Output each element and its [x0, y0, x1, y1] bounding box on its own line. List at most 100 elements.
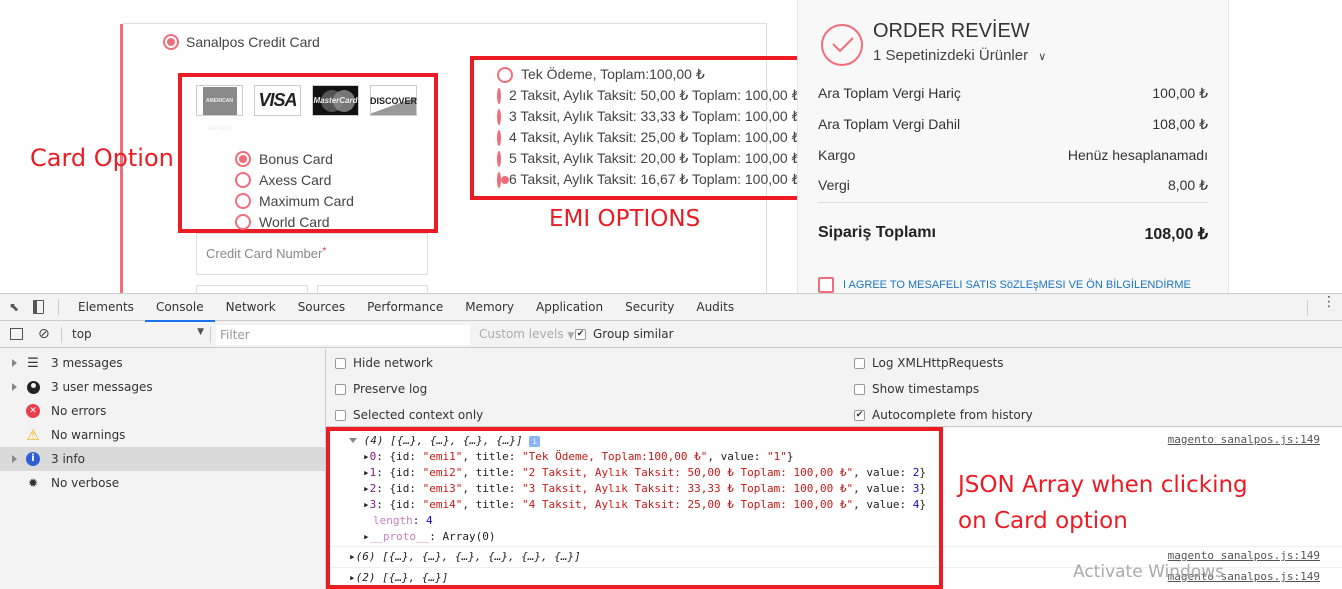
emi-radio[interactable]: [497, 66, 513, 83]
context-value: top: [72, 327, 92, 341]
context-selector[interactable]: top ▼: [72, 327, 204, 341]
emi-option[interactable]: 6 Taksit, Aylık Taksit: 16,67 ₺ Toplam: …: [497, 169, 800, 190]
card-option-radio[interactable]: [235, 171, 251, 188]
expand-arrow-icon[interactable]: [12, 359, 17, 367]
mastercard-logo-icon: MasterCard: [312, 85, 359, 116]
card-option-label: Bonus Card: [259, 150, 333, 167]
emi-option-list: Tek Ödeme, Toplam:100,00 ₺ 2 Taksit, Ayl…: [497, 64, 800, 190]
emi-options-annotation: EMI OPTIONS: [549, 206, 701, 232]
amex-logo-icon: AMERICAN EXPRESS: [196, 85, 243, 132]
bug-icon: ✹: [27, 476, 39, 490]
cart-items-toggle[interactable]: 1 Sepetinizdeki Ürünler ∨: [873, 47, 1046, 64]
emi-radio[interactable]: [497, 87, 501, 104]
tab-sources[interactable]: Sources: [287, 294, 356, 321]
summary-divider: [818, 202, 1208, 203]
card-option-list: Bonus Card Axess Card Maximum Card World…: [235, 148, 354, 232]
sidebar-item-messages[interactable]: ☰ 3 messages: [0, 351, 325, 375]
card-logos: AMERICAN EXPRESS VISA MasterCard DISCOVE…: [196, 85, 417, 132]
tab-application[interactable]: Application: [525, 294, 614, 321]
sidebar-item-errors[interactable]: ✕ No errors: [0, 399, 325, 423]
card-option-radio[interactable]: [235, 150, 251, 167]
card-option-world[interactable]: World Card: [235, 211, 354, 232]
credit-card-number-placeholder: Credit Card Number: [206, 246, 323, 261]
hide-network-checkbox[interactable]: Hide network: [335, 356, 433, 370]
inspect-element-icon[interactable]: ⬉: [9, 300, 27, 314]
emi-radio[interactable]: [497, 129, 501, 146]
visa-logo-icon: VISA: [254, 85, 301, 116]
divider: [61, 327, 62, 343]
card-option-radio[interactable]: [235, 192, 251, 209]
summary-row-tax: Vergi 8,00 ₺: [818, 177, 1208, 193]
console-source-link[interactable]: magento sanalpos.js:149: [1168, 549, 1320, 562]
emi-label: Tek Ödeme, Toplam:100,00 ₺: [521, 66, 705, 82]
card-option-bonus[interactable]: Bonus Card: [235, 148, 354, 169]
tab-memory[interactable]: Memory: [454, 294, 525, 321]
payment-method-sanalpos[interactable]: Sanalpos Credit Card: [163, 34, 320, 50]
console-filter-input[interactable]: [216, 325, 470, 345]
sidebar-item-verbose[interactable]: ✹ No verbose: [0, 471, 325, 495]
expand-arrow-icon[interactable]: [12, 383, 17, 391]
chevron-down-icon: ∨: [1038, 51, 1047, 63]
tab-audits[interactable]: Audits: [685, 294, 745, 321]
card-option-axess[interactable]: Axess Card: [235, 169, 354, 190]
expand-arrow-icon[interactable]: [12, 455, 17, 463]
sidebar-item-info[interactable]: i3 info: [0, 447, 325, 471]
sidebar-item-user-messages[interactable]: 3 user messages: [0, 375, 325, 399]
emi-radio[interactable]: [497, 171, 509, 188]
emi-option[interactable]: 2 Taksit, Aylık Taksit: 50,00 ₺ Toplam: …: [497, 85, 800, 106]
emi-label: 2 Taksit, Aylık Taksit: 50,00 ₺ Toplam: …: [509, 87, 800, 103]
emi-option[interactable]: 4 Taksit, Aylık Taksit: 25,00 ₺ Toplam: …: [497, 127, 800, 148]
log-xhr-checkbox[interactable]: Log XMLHttpRequests: [854, 356, 1004, 370]
card-option-maximum[interactable]: Maximum Card: [235, 190, 354, 211]
credit-card-number-input[interactable]: Credit Card Number*: [196, 233, 428, 275]
dropdown-arrow-icon: ▼: [197, 327, 204, 337]
device-toolbar-icon[interactable]: [33, 300, 44, 314]
json-array-annotation-box: [326, 427, 943, 589]
payment-method-radio[interactable]: [163, 34, 179, 50]
console-source-link[interactable]: magento sanalpos.js:149: [1168, 433, 1320, 446]
expiry-input[interactable]: [196, 285, 308, 293]
agree-terms-link[interactable]: I AGREE TO MESAFELI SATIS SöZLEşMESI VE …: [843, 279, 1191, 291]
error-icon: ✕: [25, 403, 41, 419]
order-total-row: Sipariş Toplamı 108,00 ₺: [818, 224, 1208, 244]
sidebar-toggle-icon[interactable]: [10, 328, 23, 340]
log-levels-dropdown[interactable]: Custom levels ▼: [479, 327, 574, 341]
more-options-icon[interactable]: ⋮: [1322, 295, 1336, 309]
tab-network[interactable]: Network: [215, 294, 287, 321]
payment-method-label: Sanalpos Credit Card: [186, 34, 320, 50]
card-option-annotation: Card Option: [30, 144, 174, 172]
tab-security[interactable]: Security: [614, 294, 685, 321]
emi-option[interactable]: 5 Taksit, Aylık Taksit: 20,00 ₺ Toplam: …: [497, 148, 800, 169]
sidebar-item-warnings[interactable]: ⚠ No warnings: [0, 423, 325, 447]
divider: [210, 327, 211, 343]
autocomplete-history-checkbox[interactable]: ✔ Autocomplete from history: [854, 408, 1033, 422]
emi-radio[interactable]: [497, 108, 501, 125]
tab-elements[interactable]: Elements: [67, 294, 145, 321]
menu-divider: [1307, 300, 1308, 316]
show-timestamps-checkbox[interactable]: Show timestamps: [854, 382, 979, 396]
checkbox[interactable]: ✔: [575, 328, 586, 340]
emi-option[interactable]: 3 Taksit, Aylık Taksit: 33,33 ₺ Toplam: …: [497, 106, 800, 127]
summary-row-subtotal-excl: Ara Toplam Vergi Hariç 100,00 ₺: [818, 85, 1208, 101]
user-icon: [25, 379, 41, 395]
selected-context-checkbox[interactable]: Selected context only: [335, 408, 483, 422]
card-option-label: Maximum Card: [259, 192, 354, 209]
list-icon: ☰: [27, 355, 39, 371]
preserve-log-checkbox[interactable]: Preserve log: [335, 382, 427, 396]
tab-performance[interactable]: Performance: [356, 294, 454, 321]
emi-radio[interactable]: [497, 150, 501, 167]
order-review-title: ORDER REVİEW: [873, 20, 1030, 42]
discover-logo-icon: DISCOVER: [370, 85, 417, 116]
emi-option[interactable]: Tek Ödeme, Toplam:100,00 ₺: [497, 64, 800, 85]
required-mark: *: [322, 246, 327, 257]
checkmark-icon: [821, 24, 863, 66]
console-toolbar: ⊘ top ▼ Custom levels ▼ ✔ Group similar: [0, 322, 1342, 348]
agree-terms[interactable]: I AGREE TO MESAFELI SATIS SöZLEşMESI VE …: [818, 277, 1191, 293]
devtools-tab-bar: ⬉ Elements Console Network Sources Perfo…: [0, 294, 1342, 322]
agree-checkbox[interactable]: [818, 277, 834, 293]
group-similar-checkbox[interactable]: ✔ Group similar: [575, 327, 674, 341]
cvv-input[interactable]: [317, 285, 428, 293]
tab-console[interactable]: Console: [144, 294, 215, 322]
card-option-radio[interactable]: [235, 213, 251, 230]
clear-console-icon[interactable]: ⊘: [38, 326, 50, 342]
